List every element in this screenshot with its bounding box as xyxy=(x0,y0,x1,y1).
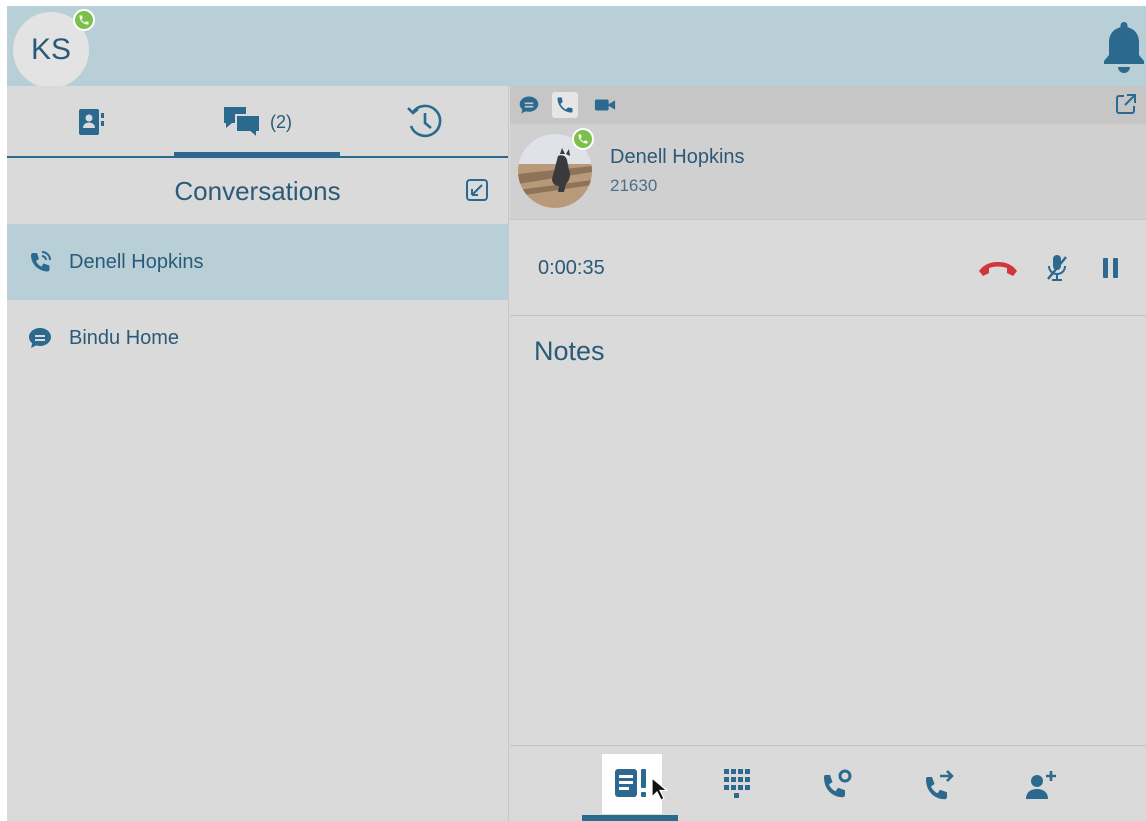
tab-contacts[interactable] xyxy=(7,86,174,158)
top-header: KS xyxy=(7,6,1146,88)
bell-icon[interactable] xyxy=(1102,20,1146,76)
conversation-name: Denell Hopkins xyxy=(69,250,204,273)
conversation-item-bindu-home[interactable]: Bindu Home xyxy=(7,300,508,376)
hangup-button[interactable] xyxy=(974,250,1022,286)
history-clock-icon xyxy=(406,104,441,138)
add-participant-button[interactable] xyxy=(1010,754,1072,814)
channel-bar xyxy=(510,86,1146,124)
active-tool-indicator xyxy=(582,815,678,821)
app-window: KS (2) Conversations Denell Hopkins Bind… xyxy=(7,6,1146,821)
call-controls: 0:00:35 xyxy=(510,220,1146,316)
contact-extension: 21630 xyxy=(610,176,658,195)
contact-name: Denell Hopkins xyxy=(610,146,745,168)
add-person-icon xyxy=(1026,771,1056,799)
chat-icon[interactable] xyxy=(516,92,542,118)
phone-status-icon xyxy=(73,9,95,31)
call-park-icon xyxy=(824,769,852,798)
phone-status-icon xyxy=(572,128,594,150)
left-tabs: (2) xyxy=(7,86,508,158)
left-panel: (2) Conversations Denell Hopkins Bindu H… xyxy=(7,86,509,821)
user-avatar[interactable]: KS xyxy=(13,9,95,88)
chat-icon xyxy=(27,325,53,351)
phone-icon[interactable] xyxy=(552,92,578,118)
dialpad-button[interactable] xyxy=(706,754,768,814)
tab-conversations[interactable]: (2) xyxy=(174,86,340,158)
active-call-icon xyxy=(27,249,53,275)
conversation-count: (2) xyxy=(270,111,292,132)
mouse-cursor-icon xyxy=(650,776,669,802)
dialpad-icon xyxy=(724,769,750,798)
conversation-panel: Denell Hopkins 21630 0:00:35 Notes xyxy=(510,86,1146,821)
collapse-icon[interactable] xyxy=(464,177,490,203)
panel-title: Conversations xyxy=(174,175,341,206)
conversation-name: Bindu Home xyxy=(69,326,180,349)
user-initials: KS xyxy=(30,33,72,66)
chat-bubbles-icon xyxy=(224,107,261,139)
notes-icon xyxy=(615,769,646,797)
popout-icon[interactable] xyxy=(1114,92,1138,116)
pause-icon xyxy=(1103,258,1118,278)
tab-history[interactable] xyxy=(340,86,509,158)
microphone-muted-icon xyxy=(1047,255,1067,281)
transfer-button[interactable] xyxy=(908,754,970,814)
mute-button[interactable] xyxy=(1040,250,1074,286)
contact-avatar[interactable] xyxy=(518,128,594,208)
hangup-icon xyxy=(979,262,1017,276)
call-park-button[interactable] xyxy=(806,754,868,814)
hold-button[interactable] xyxy=(1094,250,1128,286)
call-timer: 0:00:35 xyxy=(538,257,605,279)
call-transfer-icon xyxy=(926,770,954,800)
video-icon[interactable] xyxy=(592,92,618,118)
contact-card: Denell Hopkins 21630 xyxy=(510,124,1146,220)
conversation-item-denell-hopkins[interactable]: Denell Hopkins xyxy=(7,224,508,300)
call-toolbar xyxy=(510,745,1146,821)
notes-label: Notes xyxy=(534,336,605,366)
contacts-icon xyxy=(78,109,104,135)
